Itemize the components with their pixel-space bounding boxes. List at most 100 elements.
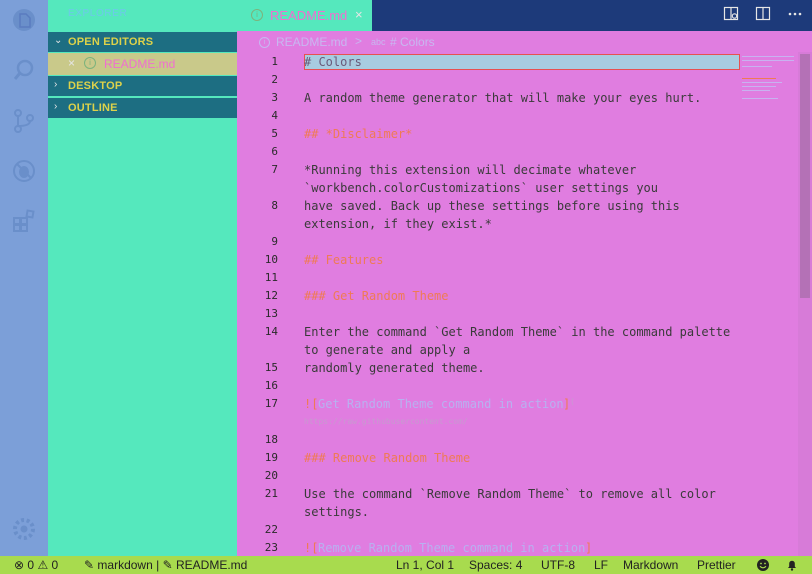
- code-line: settings.: [304, 505, 370, 519]
- tab-bar: i README.md ×: [237, 0, 812, 31]
- line-number: 7: [271, 163, 278, 176]
- line-number: 21: [264, 487, 278, 500]
- files-icon[interactable]: [11, 7, 37, 33]
- line-number: 8: [271, 199, 278, 212]
- minimap-line: [742, 82, 782, 83]
- line-number: 3: [271, 91, 278, 104]
- line-number: 1: [271, 55, 278, 68]
- open-editor-filename: README.md: [104, 57, 176, 71]
- code-token-url: https://raw.githubusercontent.com/: [304, 417, 468, 426]
- error-count: 0: [27, 558, 35, 572]
- status-filename: README.md: [175, 558, 248, 572]
- section-outline[interactable]: › OUTLINE: [48, 98, 237, 118]
- explorer-sidebar: EXPLORER ⌄ OPEN EDITORS × i README.md › …: [48, 0, 237, 556]
- code-token-link-text: Get Random Theme command in action: [318, 397, 564, 411]
- section-desktop[interactable]: › DESKTOP: [48, 76, 237, 96]
- minimap-line: [742, 86, 776, 87]
- code-token-paren: (: [570, 397, 575, 406]
- close-icon[interactable]: ×: [68, 56, 75, 70]
- source-control-icon[interactable]: [11, 108, 37, 134]
- more-actions-icon[interactable]: [787, 6, 803, 22]
- code-token-link-text: Remove Random Theme command in action: [318, 541, 586, 555]
- code-line: extension, if they exist.*: [304, 217, 492, 231]
- breadcrumb-file[interactable]: README.md: [276, 35, 347, 49]
- language-status[interactable]: Markdown: [623, 558, 678, 572]
- code-editor[interactable]: # Colors A random theme generator that w…: [304, 52, 740, 556]
- code-line: `workbench.colorCustomizations` user set…: [304, 181, 659, 195]
- code-line: have saved. Back up these settings befor…: [304, 199, 680, 213]
- code-line: A random theme generator that will make …: [304, 91, 702, 105]
- language-mode-label: markdown: [97, 558, 153, 572]
- minimap[interactable]: [740, 52, 798, 556]
- cursor-position[interactable]: Ln 1, Col 1: [396, 558, 454, 572]
- code-token-bracket: ![: [304, 541, 319, 555]
- code-line-heading: # Colors: [304, 55, 362, 69]
- eol-status[interactable]: LF: [594, 558, 608, 572]
- chevron-right-icon: ›: [54, 79, 58, 90]
- line-number: 5: [271, 127, 278, 140]
- error-icon: ⊗: [14, 558, 25, 572]
- line-number: 18: [264, 433, 278, 446]
- line-number: 12: [264, 289, 278, 302]
- extensions-icon[interactable]: [11, 208, 37, 234]
- minimap-line: [742, 98, 778, 99]
- section-open-editors[interactable]: ⌄ OPEN EDITORS: [48, 32, 237, 52]
- breadcrumb-symbol[interactable]: # Colors: [390, 35, 435, 49]
- info-icon: i: [259, 37, 270, 48]
- symbol-string-icon: abc: [371, 37, 386, 47]
- line-number: 22: [264, 523, 278, 536]
- line-number: 2: [271, 73, 278, 86]
- code-line: Use the command `Remove Random Theme` to…: [304, 487, 716, 501]
- code-token-bracket: ]: [585, 541, 593, 555]
- breadcrumb-separator: >: [355, 34, 363, 48]
- status-bar: ⊗ 0 ⚠ 0 ✎ markdown | ✎ README.md Ln 1, C…: [0, 556, 812, 574]
- code-line: randomly generated theme.: [304, 361, 485, 375]
- warning-icon: ⚠: [37, 558, 49, 572]
- close-tab-icon[interactable]: ×: [355, 7, 363, 22]
- code-line-heading: ## *Disclaimer*: [304, 127, 413, 141]
- breadcrumb: i README.md > abc # Colors: [237, 32, 812, 52]
- formatter-status[interactable]: Prettier: [697, 558, 736, 572]
- tab-readme[interactable]: i README.md ×: [237, 0, 372, 31]
- edit-icon: ✎: [84, 558, 95, 572]
- tab-label: README.md: [270, 8, 348, 23]
- edit-icon: ✎: [162, 558, 173, 572]
- debug-icon[interactable]: [11, 158, 37, 184]
- code-token-bracket: ![: [304, 397, 319, 411]
- settings-gear-icon[interactable]: [11, 516, 37, 542]
- line-number: 19: [264, 451, 278, 464]
- section-open-editors-label: OPEN EDITORS: [68, 36, 154, 48]
- code-line: to generate and apply a: [304, 343, 471, 357]
- open-editor-item-readme[interactable]: × i README.md: [48, 53, 237, 75]
- section-outline-label: OUTLINE: [68, 102, 118, 114]
- line-number: 23: [264, 541, 278, 554]
- indentation-status[interactable]: Spaces: 4: [469, 558, 522, 572]
- scroll-thumb[interactable]: [800, 54, 810, 298]
- activity-bar: [0, 0, 48, 556]
- minimap-line: [742, 66, 772, 67]
- open-preview-icon[interactable]: [723, 6, 739, 22]
- line-number: 15: [264, 361, 278, 374]
- code-line-heading: ### Remove Random Theme: [304, 451, 471, 465]
- code-line-heading: ## Features: [304, 253, 384, 267]
- split-editor-icon[interactable]: [755, 6, 771, 22]
- chevron-down-icon: ⌄: [54, 35, 63, 46]
- search-icon[interactable]: [11, 57, 37, 83]
- minimap-line: [742, 56, 794, 57]
- editor-scrollbar[interactable]: [798, 52, 812, 556]
- minimap-line: [742, 90, 770, 91]
- line-number: 9: [271, 235, 278, 248]
- info-icon: i: [251, 9, 263, 21]
- line-number: 10: [264, 253, 278, 266]
- warning-count: 0: [51, 558, 59, 572]
- problems-indicator[interactable]: ⊗ 0 ⚠ 0: [14, 558, 58, 572]
- code-line: Enter the command `Get Random Theme` in …: [304, 325, 731, 339]
- line-number-gutter: 1 2 3 4 5 6 7 8 9 10 11 12 13 14 15 16 1…: [237, 52, 287, 556]
- line-number: 6: [271, 145, 278, 158]
- encoding-status[interactable]: UTF-8: [541, 558, 575, 572]
- language-mode-status[interactable]: ✎ markdown | ✎ README.md: [84, 558, 247, 572]
- line-number: 16: [264, 379, 278, 392]
- feedback-smiley-icon[interactable]: [756, 558, 770, 572]
- line-number: 20: [264, 469, 278, 482]
- notifications-bell-icon[interactable]: [785, 558, 799, 572]
